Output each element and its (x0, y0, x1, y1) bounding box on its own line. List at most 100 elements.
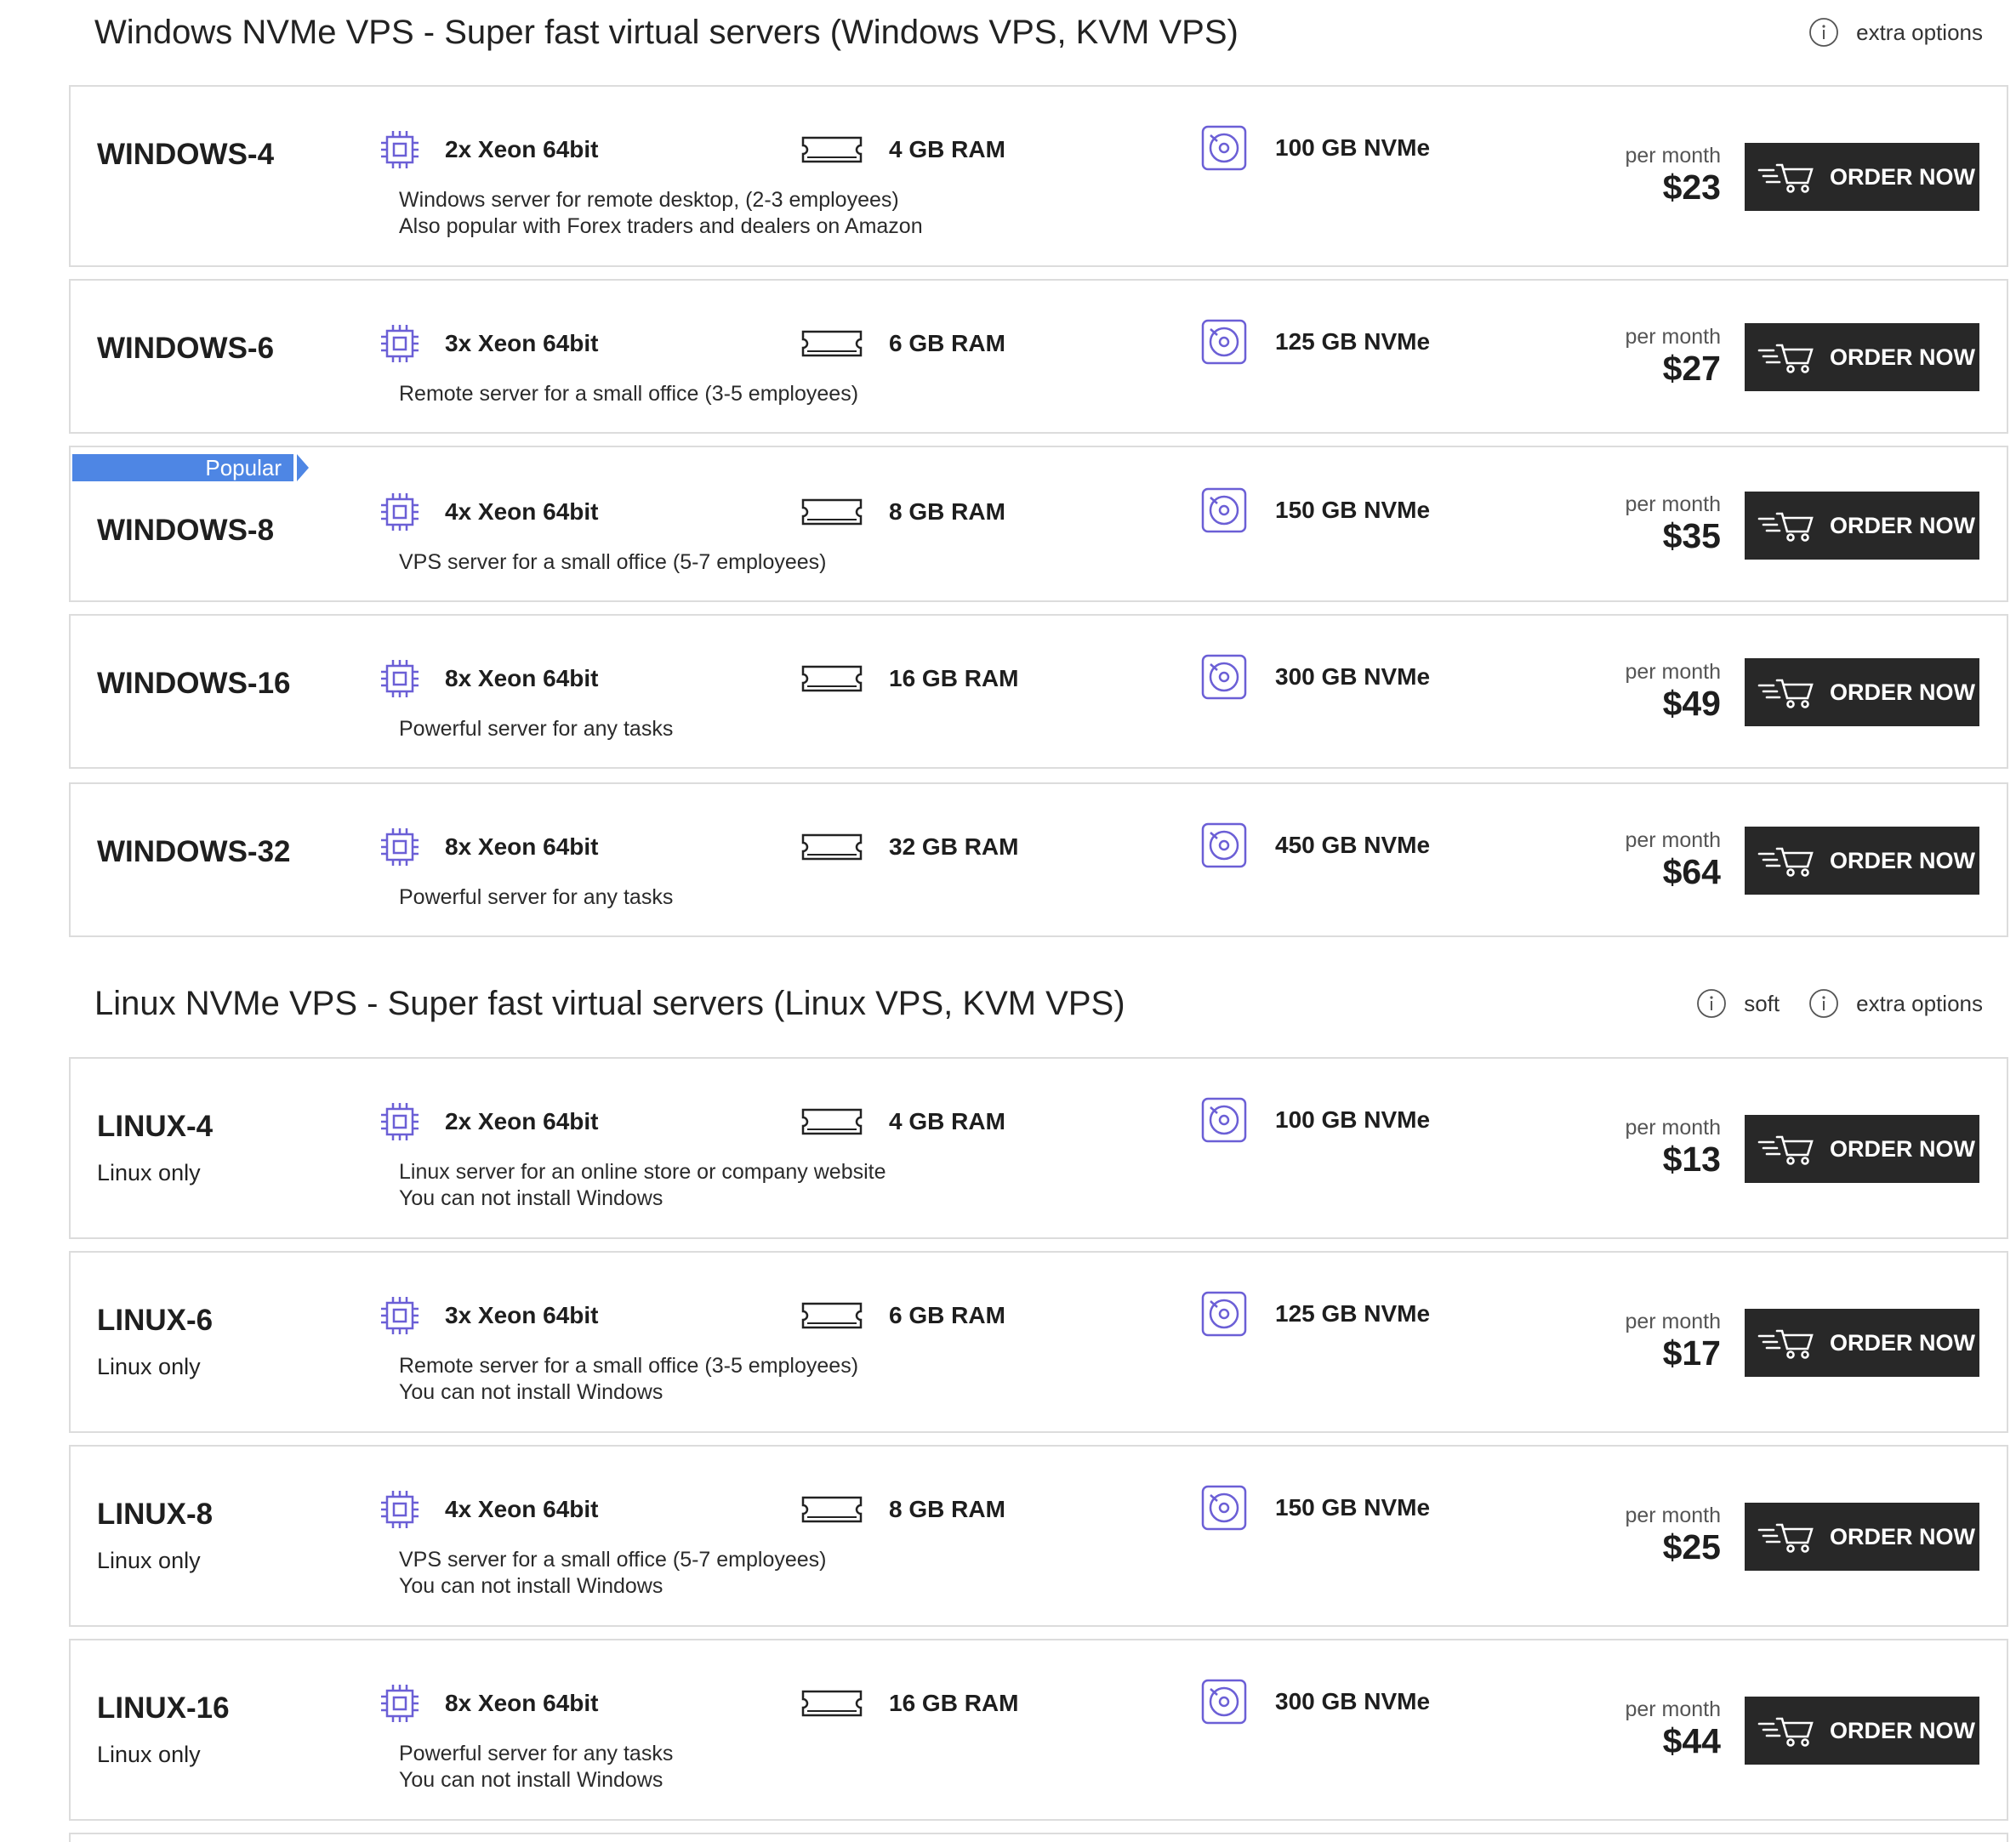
linux-section-header: Linux NVMe VPS - Super fast virtual serv… (94, 978, 1983, 1029)
plan-subtitle: Linux only (97, 1548, 201, 1573)
cart-icon (1757, 1523, 1814, 1553)
order-now-button[interactable]: ORDER NOW (1745, 492, 1979, 560)
disk-icon (1201, 822, 1247, 868)
cart-icon (1757, 1329, 1814, 1359)
plan-name: LINUX-16 (97, 1691, 230, 1725)
per-month-label: per month (1625, 144, 1721, 168)
extra-options-link[interactable]: extra options (1808, 17, 1983, 48)
order-now-button[interactable]: ORDER NOW (1745, 323, 1979, 391)
extra-options-label: extra options (1856, 991, 1983, 1016)
cpu-spec: 4x Xeon 64bit (379, 488, 599, 536)
cpu-label: 8x Xeon 64bit (445, 665, 599, 691)
price: $64 (1662, 852, 1721, 891)
description-line: Powerful server for any tasks (399, 1742, 674, 1765)
plan-description: VPS server for a small office (5-7 emplo… (399, 549, 827, 576)
ram-icon (801, 833, 863, 861)
ram-label: 32 GB RAM (889, 833, 1019, 860)
order-now-label: ORDER NOW (1830, 1717, 1975, 1743)
order-now-label: ORDER NOW (1830, 512, 1975, 538)
description-line: VPS server for a small office (5-7 emplo… (399, 1548, 827, 1572)
cpu-label: 4x Xeon 64bit (445, 498, 599, 525)
soft-link[interactable]: soft (1696, 988, 1780, 1019)
price: $44 (1662, 1721, 1721, 1760)
per-month-label: per month (1625, 1697, 1721, 1721)
disk-label: 100 GB NVMe (1275, 134, 1431, 161)
price-block: per month $44 (1625, 1697, 1721, 1760)
order-now-button[interactable]: ORDER NOW (1745, 658, 1979, 726)
cpu-icon (381, 493, 419, 531)
ram-icon (801, 665, 863, 692)
cpu-spec: 3x Xeon 64bit (379, 320, 599, 367)
disk-spec: 150 GB NVMe (1200, 486, 1430, 534)
order-now-button[interactable]: ORDER NOW (1745, 827, 1979, 895)
ram-spec: 16 GB RAM (800, 655, 1018, 702)
disk-icon (1201, 1291, 1247, 1337)
order-now-label: ORDER NOW (1830, 344, 1975, 370)
order-now-label: ORDER NOW (1830, 1523, 1975, 1549)
disk-label: 125 GB NVMe (1275, 328, 1431, 355)
info-icon (1809, 18, 1839, 47)
header-links: soft extra options (1667, 978, 1983, 1029)
disk-label: 450 GB NVMe (1275, 832, 1431, 858)
order-now-button[interactable]: ORDER NOW (1745, 1115, 1979, 1183)
per-month-label: per month (1625, 828, 1721, 852)
ram-label: 4 GB RAM (889, 1108, 1005, 1134)
disk-icon (1201, 654, 1247, 700)
disk-spec: 125 GB NVMe (1200, 318, 1430, 366)
cpu-label: 3x Xeon 64bit (445, 1302, 599, 1328)
order-now-button[interactable]: ORDER NOW (1745, 143, 1979, 211)
price-block: per month $27 (1625, 324, 1721, 387)
disk-spec: 300 GB NVMe (1200, 1678, 1430, 1725)
plan-name: WINDOWS-6 (97, 332, 275, 365)
disk-spec: 150 GB NVMe (1200, 1484, 1430, 1532)
description-line: Remote server for a small office (3-5 em… (399, 1354, 859, 1378)
ram-icon (801, 498, 863, 526)
cart-icon (1757, 847, 1814, 877)
plan-name: LINUX-8 (97, 1498, 214, 1531)
price-block: per month $25 (1625, 1503, 1721, 1566)
ram-label: 8 GB RAM (889, 498, 1005, 525)
price: $13 (1662, 1140, 1721, 1179)
plan-card-linux-6: LINUX-6 Linux only 3x Xeon 64bit 6 GB RA… (69, 1251, 2008, 1433)
cpu-label: 8x Xeon 64bit (445, 833, 599, 860)
price-block: per month $17 (1625, 1309, 1721, 1372)
cart-icon (1757, 344, 1814, 373)
description-line: You can not install Windows (399, 1574, 663, 1598)
cpu-spec: 8x Xeon 64bit (379, 1680, 599, 1727)
per-month-label: per month (1625, 1504, 1721, 1527)
cpu-icon (381, 660, 419, 697)
info-icon (1809, 989, 1839, 1018)
plan-description: Powerful server for any tasks You can no… (399, 1741, 673, 1794)
order-now-button[interactable]: ORDER NOW (1745, 1697, 1979, 1765)
plan-description: Remote server for a small office (3-5 em… (399, 381, 858, 407)
plan-name: WINDOWS-8 (97, 514, 275, 547)
description-line: Windows server for remote desktop, (2-3 … (399, 188, 899, 212)
cpu-spec: 8x Xeon 64bit (379, 823, 599, 871)
price: $17 (1662, 1333, 1721, 1373)
cpu-label: 3x Xeon 64bit (445, 330, 599, 356)
order-now-button[interactable]: ORDER NOW (1745, 1309, 1979, 1377)
plan-subtitle: Linux only (97, 1160, 201, 1185)
plan-name: WINDOWS-16 (97, 667, 291, 700)
per-month-label: per month (1625, 1116, 1721, 1140)
ram-icon (801, 136, 863, 163)
cpu-icon (381, 1491, 419, 1528)
plan-subtitle: Linux only (97, 1354, 201, 1379)
description-line: Also popular with Forex traders and deal… (399, 214, 923, 238)
ram-icon (801, 1496, 863, 1523)
cpu-spec: 4x Xeon 64bit (379, 1486, 599, 1533)
cpu-icon (381, 828, 419, 866)
popular-label: Popular (72, 454, 293, 481)
cpu-label: 8x Xeon 64bit (445, 1690, 599, 1716)
plan-description: Powerful server for any tasks (399, 716, 673, 742)
ram-spec: 16 GB RAM (800, 1680, 1018, 1727)
cpu-label: 2x Xeon 64bit (445, 136, 599, 162)
order-now-button[interactable]: ORDER NOW (1745, 1503, 1979, 1571)
plan-description: Powerful server for any tasks (399, 884, 673, 911)
ram-spec: 6 GB RAM (800, 320, 1005, 367)
description-line: You can not install Windows (399, 1380, 663, 1404)
extra-options-link[interactable]: extra options (1808, 988, 1983, 1019)
plan-description: Linux server for an online store or comp… (399, 1159, 886, 1212)
disk-icon (1201, 1679, 1247, 1725)
plan-description: Remote server for a small office (3-5 em… (399, 1353, 858, 1406)
